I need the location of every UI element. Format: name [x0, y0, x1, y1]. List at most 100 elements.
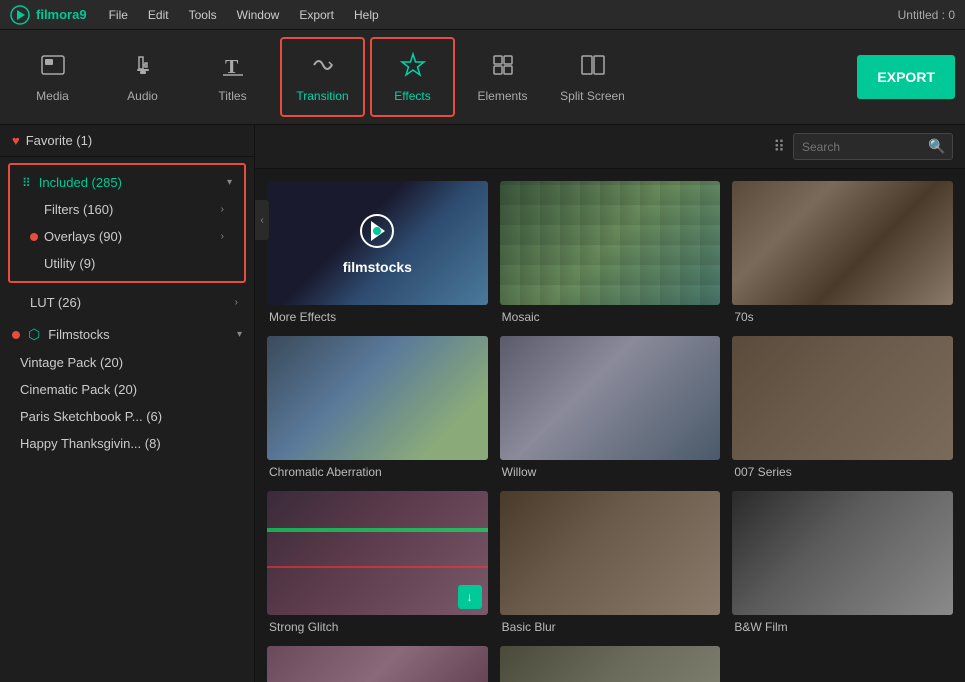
effect-name-mosaic: Mosaic — [500, 310, 721, 324]
sidebar-filmstocks-section: ⬡ Filmstocks ▾ Vintage Pack (20) Cinemat… — [0, 316, 254, 461]
titles-icon: T — [219, 51, 247, 83]
sidebar-cinematic-item[interactable]: Cinematic Pack (20) — [0, 376, 254, 403]
effect-name-70s: 70s — [732, 310, 953, 324]
filters-label: Filters (160) — [44, 202, 113, 217]
filmstocks-cube-icon: ⬡ — [28, 326, 40, 343]
toolbar-effects-btn[interactable]: Effects — [370, 37, 455, 117]
menu-tools[interactable]: Tools — [181, 6, 225, 24]
sidebar-paris-item[interactable]: Paris Sketchbook P... (6) — [0, 403, 254, 430]
sidebar-vintage-item[interactable]: Vintage Pack (20) — [0, 349, 254, 376]
effect-thumbnail-bw — [732, 491, 953, 615]
effect-card-007[interactable]: 007 Series — [732, 336, 953, 479]
sidebar-included-section: ⠿ Included (285) ▾ Filters (160) › Overl… — [8, 163, 246, 283]
effect-thumbnail-bottom2 — [500, 646, 721, 682]
effect-card-chromatic[interactable]: Chromatic Aberration — [267, 336, 488, 479]
effect-thumbnail-chromatic — [267, 336, 488, 460]
grid-view-icon[interactable]: ⠿ — [773, 137, 785, 157]
elements-label: Elements — [477, 89, 527, 103]
effect-thumbnail-willow — [500, 336, 721, 460]
utility-label: Utility (9) — [44, 256, 95, 271]
menu-help[interactable]: Help — [346, 6, 387, 24]
export-button[interactable]: EXPORT — [857, 55, 955, 99]
effect-card-more-effects[interactable]: filmstocks More Effects — [267, 181, 488, 324]
effects-label: Effects — [394, 89, 430, 103]
sidebar-overlays-item[interactable]: Overlays (90) › — [10, 223, 244, 250]
effect-thumbnail-more-effects: filmstocks — [267, 181, 488, 305]
menu-edit[interactable]: Edit — [140, 6, 177, 24]
search-icon[interactable]: 🔍 — [928, 138, 945, 155]
effect-name-glitch: Strong Glitch — [267, 620, 488, 634]
toolbar-transition-btn[interactable]: Transition — [280, 37, 365, 117]
toolbar-elements-btn[interactable]: Elements — [460, 37, 545, 117]
transition-icon — [309, 51, 337, 83]
sidebar-happy-item[interactable]: Happy Thanksgivin... (8) — [0, 430, 254, 457]
menu-bar: filmora9 File Edit Tools Window Export H… — [0, 0, 965, 30]
filmstocks-dot-icon — [12, 331, 20, 339]
splitscreen-icon — [579, 51, 607, 83]
filmstocks-logo-svg — [357, 211, 397, 251]
main-area: ♥ Favorite (1) ⠿ Included (285) ▾ Filter… — [0, 125, 965, 682]
happy-label: Happy Thanksgivin... (8) — [20, 436, 161, 451]
sidebar-filmstocks-header[interactable]: ⬡ Filmstocks ▾ — [0, 320, 254, 349]
sidebar-lut-item[interactable]: LUT (26) › — [0, 289, 254, 316]
menu-file[interactable]: File — [101, 6, 136, 24]
effect-name-blur: Basic Blur — [500, 620, 721, 634]
content-area: ⠿ 🔍 filmstocks — [255, 125, 965, 682]
effect-thumbnail-bottom1 — [267, 646, 488, 682]
toolbar-splitscreen-btn[interactable]: Split Screen — [550, 37, 635, 117]
effect-card-bw[interactable]: B&W Film — [732, 491, 953, 634]
effect-card-blur[interactable]: Basic Blur — [500, 491, 721, 634]
effect-name-more-effects: More Effects — [267, 310, 488, 324]
filmstocks-chevron-icon: ▾ — [237, 329, 242, 340]
toolbar-titles-btn[interactable]: T Titles — [190, 37, 275, 117]
effect-name-bw: B&W Film — [732, 620, 953, 634]
audio-label: Audio — [127, 89, 158, 103]
effect-thumbnail-blur — [500, 491, 721, 615]
toolbar: Media Audio T Titles Transition Effects … — [0, 30, 965, 125]
transition-label: Transition — [296, 89, 348, 103]
overlays-chevron-icon: › — [221, 231, 224, 242]
effect-thumbnail-glitch: ↓ — [267, 491, 488, 615]
titles-label: Titles — [218, 89, 246, 103]
effect-card-bottom2[interactable] — [500, 646, 721, 682]
elements-icon — [489, 51, 517, 83]
menu-left: filmora9 File Edit Tools Window Export H… — [10, 5, 387, 25]
search-input[interactable] — [802, 140, 922, 154]
cinematic-label: Cinematic Pack (20) — [20, 382, 137, 397]
effect-card-70s[interactable]: 70s — [732, 181, 953, 324]
lut-chevron-icon: › — [235, 297, 238, 308]
search-bar: ⠿ 🔍 — [255, 125, 965, 169]
heart-icon: ♥ — [12, 133, 20, 148]
effects-icon — [399, 51, 427, 83]
included-chevron-icon: ▾ — [227, 177, 232, 188]
effect-name-chromatic: Chromatic Aberration — [267, 465, 488, 479]
toolbar-audio-btn[interactable]: Audio — [100, 37, 185, 117]
lut-label: LUT (26) — [30, 295, 81, 310]
download-badge: ↓ — [458, 585, 482, 609]
filters-chevron-icon: › — [221, 204, 224, 215]
window-title: Untitled : 0 — [898, 8, 955, 22]
menu-window[interactable]: Window — [229, 6, 288, 24]
effect-thumbnail-70s — [732, 181, 953, 305]
sidebar: ♥ Favorite (1) ⠿ Included (285) ▾ Filter… — [0, 125, 255, 682]
effect-card-glitch[interactable]: ↓ Strong Glitch — [267, 491, 488, 634]
search-wrapper: 🔍 — [793, 133, 953, 160]
effects-grid: filmstocks More Effects Mosaic 70s — [255, 169, 965, 682]
effect-thumbnail-007 — [732, 336, 953, 460]
app-logo: filmora9 — [10, 5, 87, 25]
effect-card-mosaic[interactable]: Mosaic — [500, 181, 721, 324]
sidebar-included-item[interactable]: ⠿ Included (285) ▾ — [10, 169, 244, 196]
sidebar-utility-item[interactable]: Utility (9) — [10, 250, 244, 277]
sidebar-favorite-item[interactable]: ♥ Favorite (1) — [0, 125, 254, 157]
effect-card-bottom1[interactable] — [267, 646, 488, 682]
audio-icon — [129, 51, 157, 83]
toolbar-media-btn[interactable]: Media — [10, 37, 95, 117]
favorite-label: Favorite (1) — [26, 133, 92, 148]
media-label: Media — [36, 89, 69, 103]
effect-name-007: 007 Series — [732, 465, 953, 479]
effect-card-willow[interactable]: Willow — [500, 336, 721, 479]
splitscreen-label: Split Screen — [560, 89, 625, 103]
sidebar-filters-item[interactable]: Filters (160) › — [10, 196, 244, 223]
vintage-label: Vintage Pack (20) — [20, 355, 123, 370]
menu-export[interactable]: Export — [291, 6, 342, 24]
